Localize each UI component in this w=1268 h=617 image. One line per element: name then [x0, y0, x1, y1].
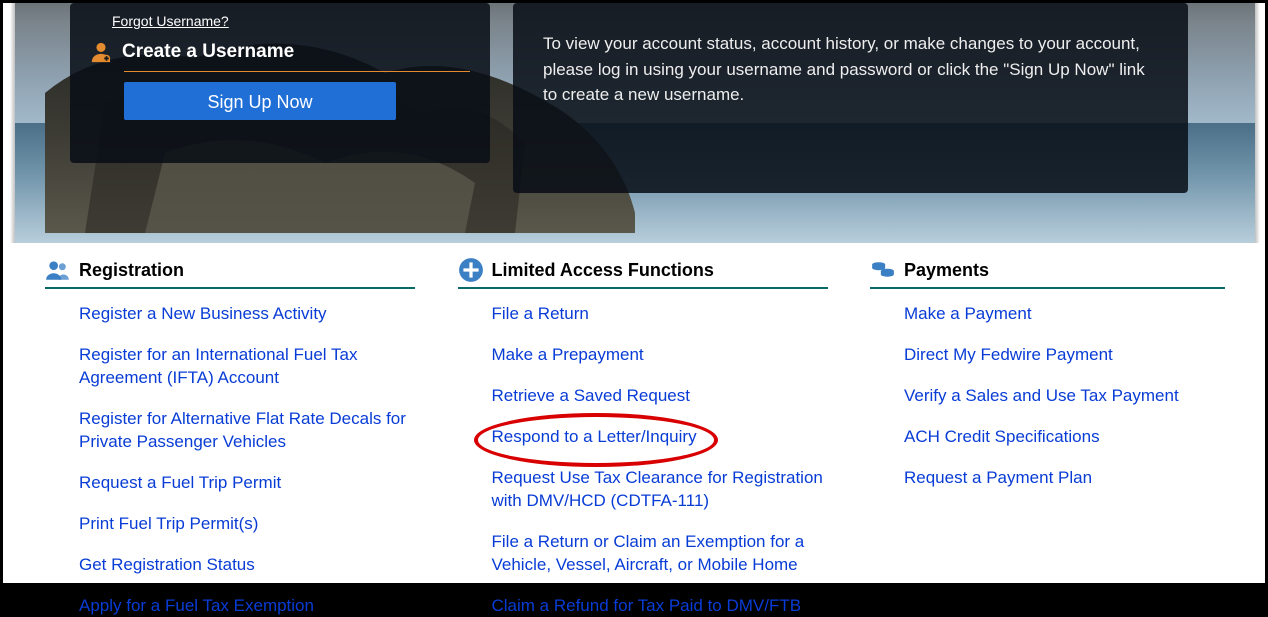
- coins-icon: [870, 257, 896, 283]
- link-limited-2[interactable]: Retrieve a Saved Request: [492, 386, 690, 405]
- link-registration-2[interactable]: Register for Alternative Flat Rate Decal…: [79, 409, 406, 451]
- list-item: Claim a Refund for Tax Paid to DMV/FTB: [492, 595, 828, 617]
- link-limited-4[interactable]: Request Use Tax Clearance for Registrati…: [492, 468, 823, 510]
- info-card: To view your account status, account his…: [513, 3, 1188, 193]
- link-payments-4[interactable]: Request a Payment Plan: [904, 468, 1092, 487]
- link-registration-3[interactable]: Request a Fuel Trip Permit: [79, 473, 281, 492]
- forgot-username-link[interactable]: Forgot Username?: [112, 13, 229, 29]
- list-item: Get Registration Status: [79, 554, 415, 577]
- list-item: File a Return or Claim an Exemption for …: [492, 531, 828, 577]
- person-add-icon: [90, 41, 112, 63]
- list-item: Register for an International Fuel Tax A…: [79, 344, 415, 390]
- link-registration-0[interactable]: Register a New Business Activity: [79, 304, 327, 323]
- list-item: Apply for a Fuel Tax Exemption: [79, 595, 415, 617]
- link-registration-4[interactable]: Print Fuel Trip Permit(s): [79, 514, 258, 533]
- divider: [124, 71, 470, 72]
- list-item: Register for Alternative Flat Rate Decal…: [79, 408, 415, 454]
- list-item: Retrieve a Saved Request: [492, 385, 828, 408]
- list-item: Register a New Business Activity: [79, 303, 415, 326]
- link-limited-1[interactable]: Make a Prepayment: [492, 345, 644, 364]
- content-area: Registration Register a New Business Act…: [15, 243, 1255, 583]
- link-payments-3[interactable]: ACH Credit Specifications: [904, 427, 1100, 446]
- login-card: Forgot Username? Create a Username Sign …: [70, 3, 490, 163]
- list-item: Request a Payment Plan: [904, 467, 1225, 490]
- list-item: Verify a Sales and Use Tax Payment: [904, 385, 1225, 408]
- sign-up-now-button[interactable]: Sign Up Now: [124, 82, 396, 120]
- create-username-heading: Create a Username: [122, 41, 470, 63]
- link-payments-2[interactable]: Verify a Sales and Use Tax Payment: [904, 386, 1179, 405]
- column-limited-access: Limited Access Functions File a Return Ma…: [458, 257, 828, 597]
- link-registration-5[interactable]: Get Registration Status: [79, 555, 255, 574]
- section-title-limited: Limited Access Functions: [492, 260, 714, 281]
- link-limited-6[interactable]: Claim a Refund for Tax Paid to DMV/FTB: [492, 596, 802, 615]
- list-item: Make a Payment: [904, 303, 1225, 326]
- section-title-payments: Payments: [904, 260, 989, 281]
- link-registration-6[interactable]: Apply for a Fuel Tax Exemption: [79, 596, 314, 615]
- list-item: File a Return: [492, 303, 828, 326]
- link-payments-1[interactable]: Direct My Fedwire Payment: [904, 345, 1113, 364]
- link-limited-3[interactable]: Respond to a Letter/Inquiry: [492, 427, 697, 446]
- link-payments-0[interactable]: Make a Payment: [904, 304, 1032, 323]
- list-item: Make a Prepayment: [492, 344, 828, 367]
- plus-circle-icon: [458, 257, 484, 283]
- list-item: Request Use Tax Clearance for Registrati…: [492, 467, 828, 513]
- list-item: ACH Credit Specifications: [904, 426, 1225, 449]
- link-limited-0[interactable]: File a Return: [492, 304, 589, 323]
- link-limited-5[interactable]: File a Return or Claim an Exemption for …: [492, 532, 805, 574]
- info-text: To view your account status, account his…: [543, 34, 1145, 104]
- link-registration-1[interactable]: Register for an International Fuel Tax A…: [79, 345, 357, 387]
- list-item: Print Fuel Trip Permit(s): [79, 513, 415, 536]
- column-registration: Registration Register a New Business Act…: [45, 257, 415, 597]
- section-title-registration: Registration: [79, 260, 184, 281]
- list-item: Direct My Fedwire Payment: [904, 344, 1225, 367]
- column-payments: Payments Make a Payment Direct My Fedwire…: [870, 257, 1225, 597]
- list-item: Request a Fuel Trip Permit: [79, 472, 415, 495]
- list-item: Respond to a Letter/Inquiry: [492, 426, 828, 449]
- users-icon: [45, 257, 71, 283]
